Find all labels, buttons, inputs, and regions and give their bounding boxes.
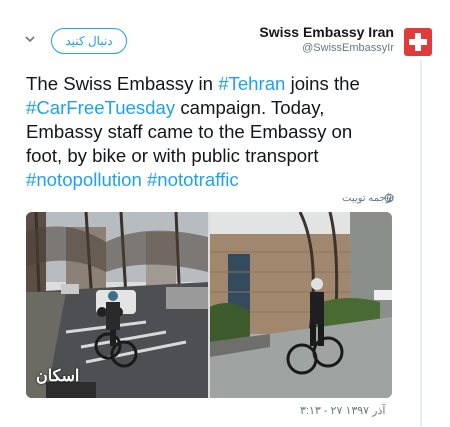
hashtag-link[interactable]: #notopollution bbox=[26, 169, 142, 190]
tweet-text-segment: foot, by bike or with public transport bbox=[26, 145, 319, 166]
user-handle[interactable]: @SwissEmbassyIr bbox=[302, 42, 394, 54]
photo-embassy-cyclist[interactable] bbox=[210, 212, 392, 398]
tweet-text-segment: joins the bbox=[285, 73, 360, 94]
tweet-line: Embassy staff came to the Embassy on bbox=[26, 120, 426, 144]
tweet-text-segment: Embassy staff came to the Embassy on bbox=[26, 121, 353, 142]
follow-button[interactable]: دنبال کنید bbox=[51, 28, 127, 54]
tweet-text: The Swiss Embassy in #Tehran joins the #C… bbox=[26, 72, 426, 192]
tweet-line: #notopollution #nototraffic bbox=[26, 168, 426, 192]
hashtag-link[interactable]: #CarFreeTuesday bbox=[26, 97, 175, 118]
tweet-line: The Swiss Embassy in #Tehran joins the bbox=[26, 72, 426, 96]
swiss-cross-icon[interactable] bbox=[404, 28, 432, 56]
tweet-text-segment: campaign. Today, bbox=[175, 97, 325, 118]
translate-tweet-link[interactable]: ترجمه توییت bbox=[342, 193, 394, 204]
divider bbox=[420, 60, 422, 427]
tweet-photos bbox=[26, 212, 392, 398]
tweet-line: foot, by bike or with public transport bbox=[26, 144, 426, 168]
display-name[interactable]: Swiss Embassy Iran bbox=[259, 24, 394, 40]
tweet-timestamp[interactable]: ۳:۱۳ - ۲۷ آذر ۱۳۹۷ bbox=[300, 404, 385, 417]
tweet-line: #CarFreeTuesday campaign. Today, bbox=[26, 96, 426, 120]
hashtag-link[interactable]: #Tehran bbox=[218, 73, 285, 94]
watermark-logo: اسکان bbox=[36, 366, 80, 385]
chevron-down-icon[interactable] bbox=[24, 33, 36, 45]
tweet-card: دنبال کنید Swiss Embassy Iran @SwissEmba… bbox=[0, 0, 450, 427]
tweet-text-segment: The Swiss Embassy in bbox=[26, 73, 219, 94]
hashtag-link[interactable]: #nototraffic bbox=[147, 169, 239, 190]
